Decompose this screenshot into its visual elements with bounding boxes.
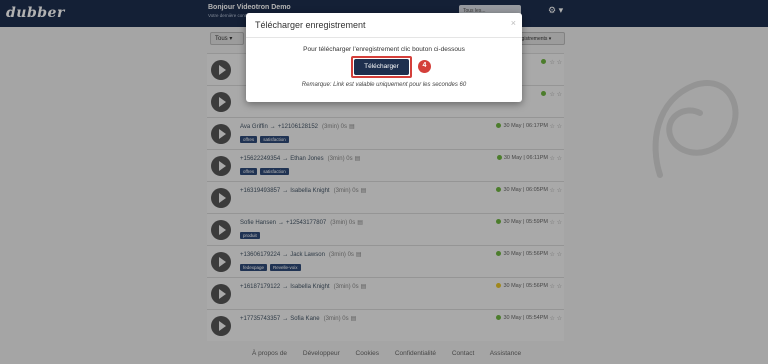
download-modal: Télécharger enregistrement × Pour téléch… — [246, 13, 522, 102]
modal-message: Pour télécharger l'enregistrement clic b… — [303, 46, 465, 53]
modal-divider — [246, 37, 522, 38]
modal-title: Télécharger enregistrement — [255, 20, 366, 30]
close-icon[interactable]: × — [511, 18, 516, 28]
step-number-badge: 4 — [418, 60, 431, 73]
download-button[interactable]: Télécharger — [354, 59, 409, 75]
modal-note: Remarque: Link est valable uniquement po… — [301, 82, 467, 88]
